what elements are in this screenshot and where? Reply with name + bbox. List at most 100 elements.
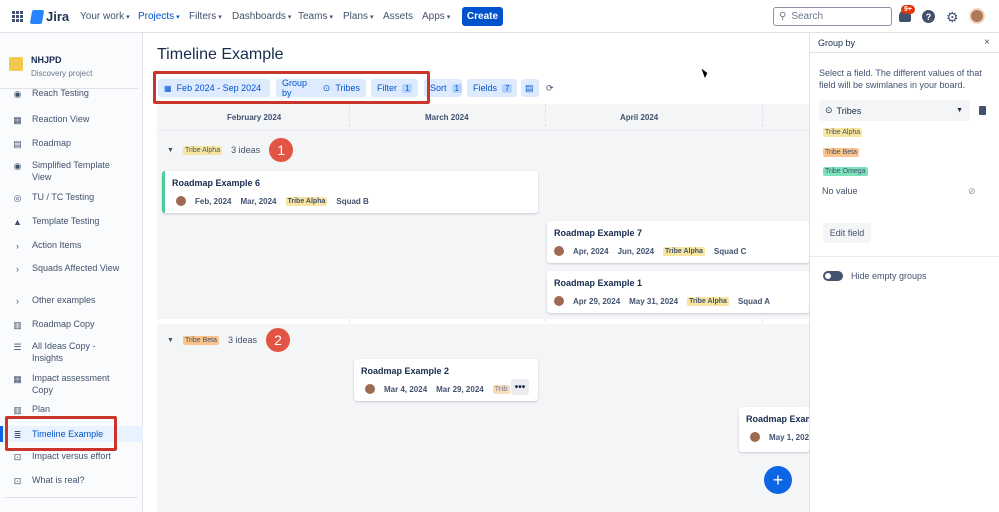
roadmap-card[interactable]: Roadmap Example 1 Apr 29, 2024 May 31, 20… [547,271,809,313]
card-start: Apr, 2024 [573,246,609,256]
nav-projects[interactable]: Projects ▾ [138,11,180,22]
sidebar-item[interactable]: ▥ Roadmap Copy [0,318,143,330]
card-meta: Feb, 2024 Mar, 2024 Tribe Alpha Squad B [176,196,369,206]
user-avatar[interactable] [969,8,985,24]
hidden-eye-icon[interactable]: ⊘ [968,186,976,197]
project-header[interactable]: NHJPD Discovery project [9,55,92,78]
card-title: Roadmap Example 1 [554,278,643,288]
nav-your-work[interactable]: Your work ▾ [80,11,130,22]
chevron-right-icon: › [16,295,19,306]
trash-icon[interactable] [979,106,986,115]
sidebar-item[interactable]: ▦ Impact assessment Copy [0,372,143,396]
matrix-icon: ▦ [13,373,22,384]
board-icon: ▦ [13,114,22,125]
page-title: Timeline Example [157,46,284,63]
divider [5,497,138,498]
card-end: May 31, 2024 [629,296,679,306]
nav-label: Teams [298,11,328,22]
chevron-right-icon: › [16,240,19,251]
panel-title: Group by [818,38,856,48]
group-header[interactable]: ▼ Tribe Alpha 3 ideas 1 [167,138,294,162]
chevron-down-icon: ▾ [218,14,222,21]
sidebar-item-label: Plan [32,404,51,414]
sort-label: Sort [430,83,447,93]
hide-empty-groups-toggle[interactable] [823,271,843,281]
fields-label: Fields [473,83,498,93]
edit-field-button[interactable]: Edit field [823,223,871,243]
matrix-icon: ⊡ [13,451,22,462]
chevron-down-icon: ▼ [167,146,174,154]
add-idea-button[interactable]: + [764,466,792,494]
project-name: NHJPD [31,55,62,65]
create-button[interactable]: Create [462,7,503,26]
sidebar-item[interactable]: ▥ Plan [0,403,143,415]
assignee-avatar [176,196,186,206]
sidebar-item[interactable]: ⊡ What is real? [0,474,143,486]
card-end: Mar, 2024 [240,196,277,206]
nav-label: Assets [383,11,414,22]
help-icon[interactable]: ? [922,10,935,23]
circle-chevron-icon: ⊙ [825,105,833,115]
app-switcher-icon[interactable] [12,11,23,22]
card-squad: Squad A [737,296,771,306]
view-options-icon[interactable]: ▤ [521,79,539,97]
chevron-down-icon: ▾ [329,14,333,21]
group-count: 3 ideas [231,145,261,155]
group-value-tag: Tribe Omega [823,167,868,176]
fields-button[interactable]: Fields 7 [467,79,517,97]
group-field-select[interactable]: ⊙ Tribes ▼ [819,100,970,121]
nav-apps[interactable]: Apps ▾ [422,11,450,22]
card-meta: Apr 29, 2024 May 31, 2024 Tribe Alpha Squad… [554,296,770,306]
notifications-badge: 9+ [901,5,915,14]
sidebar-item[interactable]: ▲ Template Testing [0,215,143,227]
roadmap-card[interactable]: Roadmap Example 7 Apr, 2024 Jun, 2024 Trib… [547,221,809,263]
nav-dashboards[interactable]: Dashboards ▾ [232,11,291,22]
project-type: Discovery project [31,69,93,78]
sync-icon[interactable]: ⟳ [543,79,561,97]
sidebar-item[interactable]: ▤ Roadmap [0,137,143,149]
chevron-down-icon: ▾ [126,14,130,21]
step-marker: 2 [266,328,291,352]
nav-assets[interactable]: Assets [383,11,413,22]
globe-icon: ◉ [13,160,22,171]
matrix-icon: ⊡ [13,475,22,486]
nav-filters[interactable]: Filters ▾ [189,11,222,22]
sidebar-item[interactable]: ▦ Reaction View [0,113,143,125]
sidebar-item[interactable]: ◉ Simplified Template View [0,159,143,183]
more-actions-button[interactable]: ••• [511,379,529,395]
sidebar-item[interactable]: ◉ Reach Testing [0,87,143,99]
chevron-down-icon: ▾ [287,14,292,21]
nav-label: Your work [80,11,125,22]
sidebar-item[interactable]: ◎ TU / TC Testing [0,191,143,203]
close-icon[interactable]: × [984,37,990,48]
jira-logo[interactable]: Jira [29,9,69,24]
sidebar-item-label: Other examples [32,295,96,305]
sidebar-item[interactable]: ⊡ Impact versus effort [0,450,143,462]
assignee-avatar [365,384,375,394]
group-count: 3 ideas [227,335,258,345]
sidebar-item-label: Roadmap [32,138,72,148]
highlight-box-sidebar [5,416,117,451]
chevron-down-icon: ▼ [167,336,174,344]
divider [810,52,999,53]
timeline-view: Timeline Example ▦ Feb 2024 - Sep 2024 Gr… [144,33,809,512]
sidebar-item[interactable]: › Squads Affected View [0,262,143,274]
settings-gear-icon[interactable]: ⚙ [946,9,959,26]
nav-plans[interactable]: Plans ▾ [343,11,374,22]
card-title: Roadmap Example 2 [361,366,450,376]
month-label: April 2024 [620,113,659,122]
roadmap-card[interactable]: Roadmap Example 6 Feb, 2024 Mar, 2024 Trib… [162,171,538,213]
nav-teams[interactable]: Teams ▾ [298,11,333,22]
sidebar-item[interactable]: ☰ All Ideas Copy - Insights [0,340,143,364]
sidebar-item[interactable]: › Action Items [0,239,143,251]
highlight-box-toolbar [153,71,430,104]
roadmap-card[interactable]: Roadmap Exam May 1, 2024 [739,407,809,452]
sidebar-item-label: Impact versus effort [32,451,111,461]
sidebar-item-label: TU / TC Testing [32,192,95,202]
roadmap-card[interactable]: Roadmap Example 2 Mar 4, 2024 Mar 29, 202… [354,359,538,401]
search-input[interactable]: ⚲ Search [773,7,892,26]
sidebar-item[interactable]: › Other examples [0,294,143,306]
sort-count: 1 [451,83,462,93]
group-header[interactable]: ▼ Tribe Beta 3 ideas 2 [167,328,291,352]
swimlane-tribe-beta [157,324,809,512]
